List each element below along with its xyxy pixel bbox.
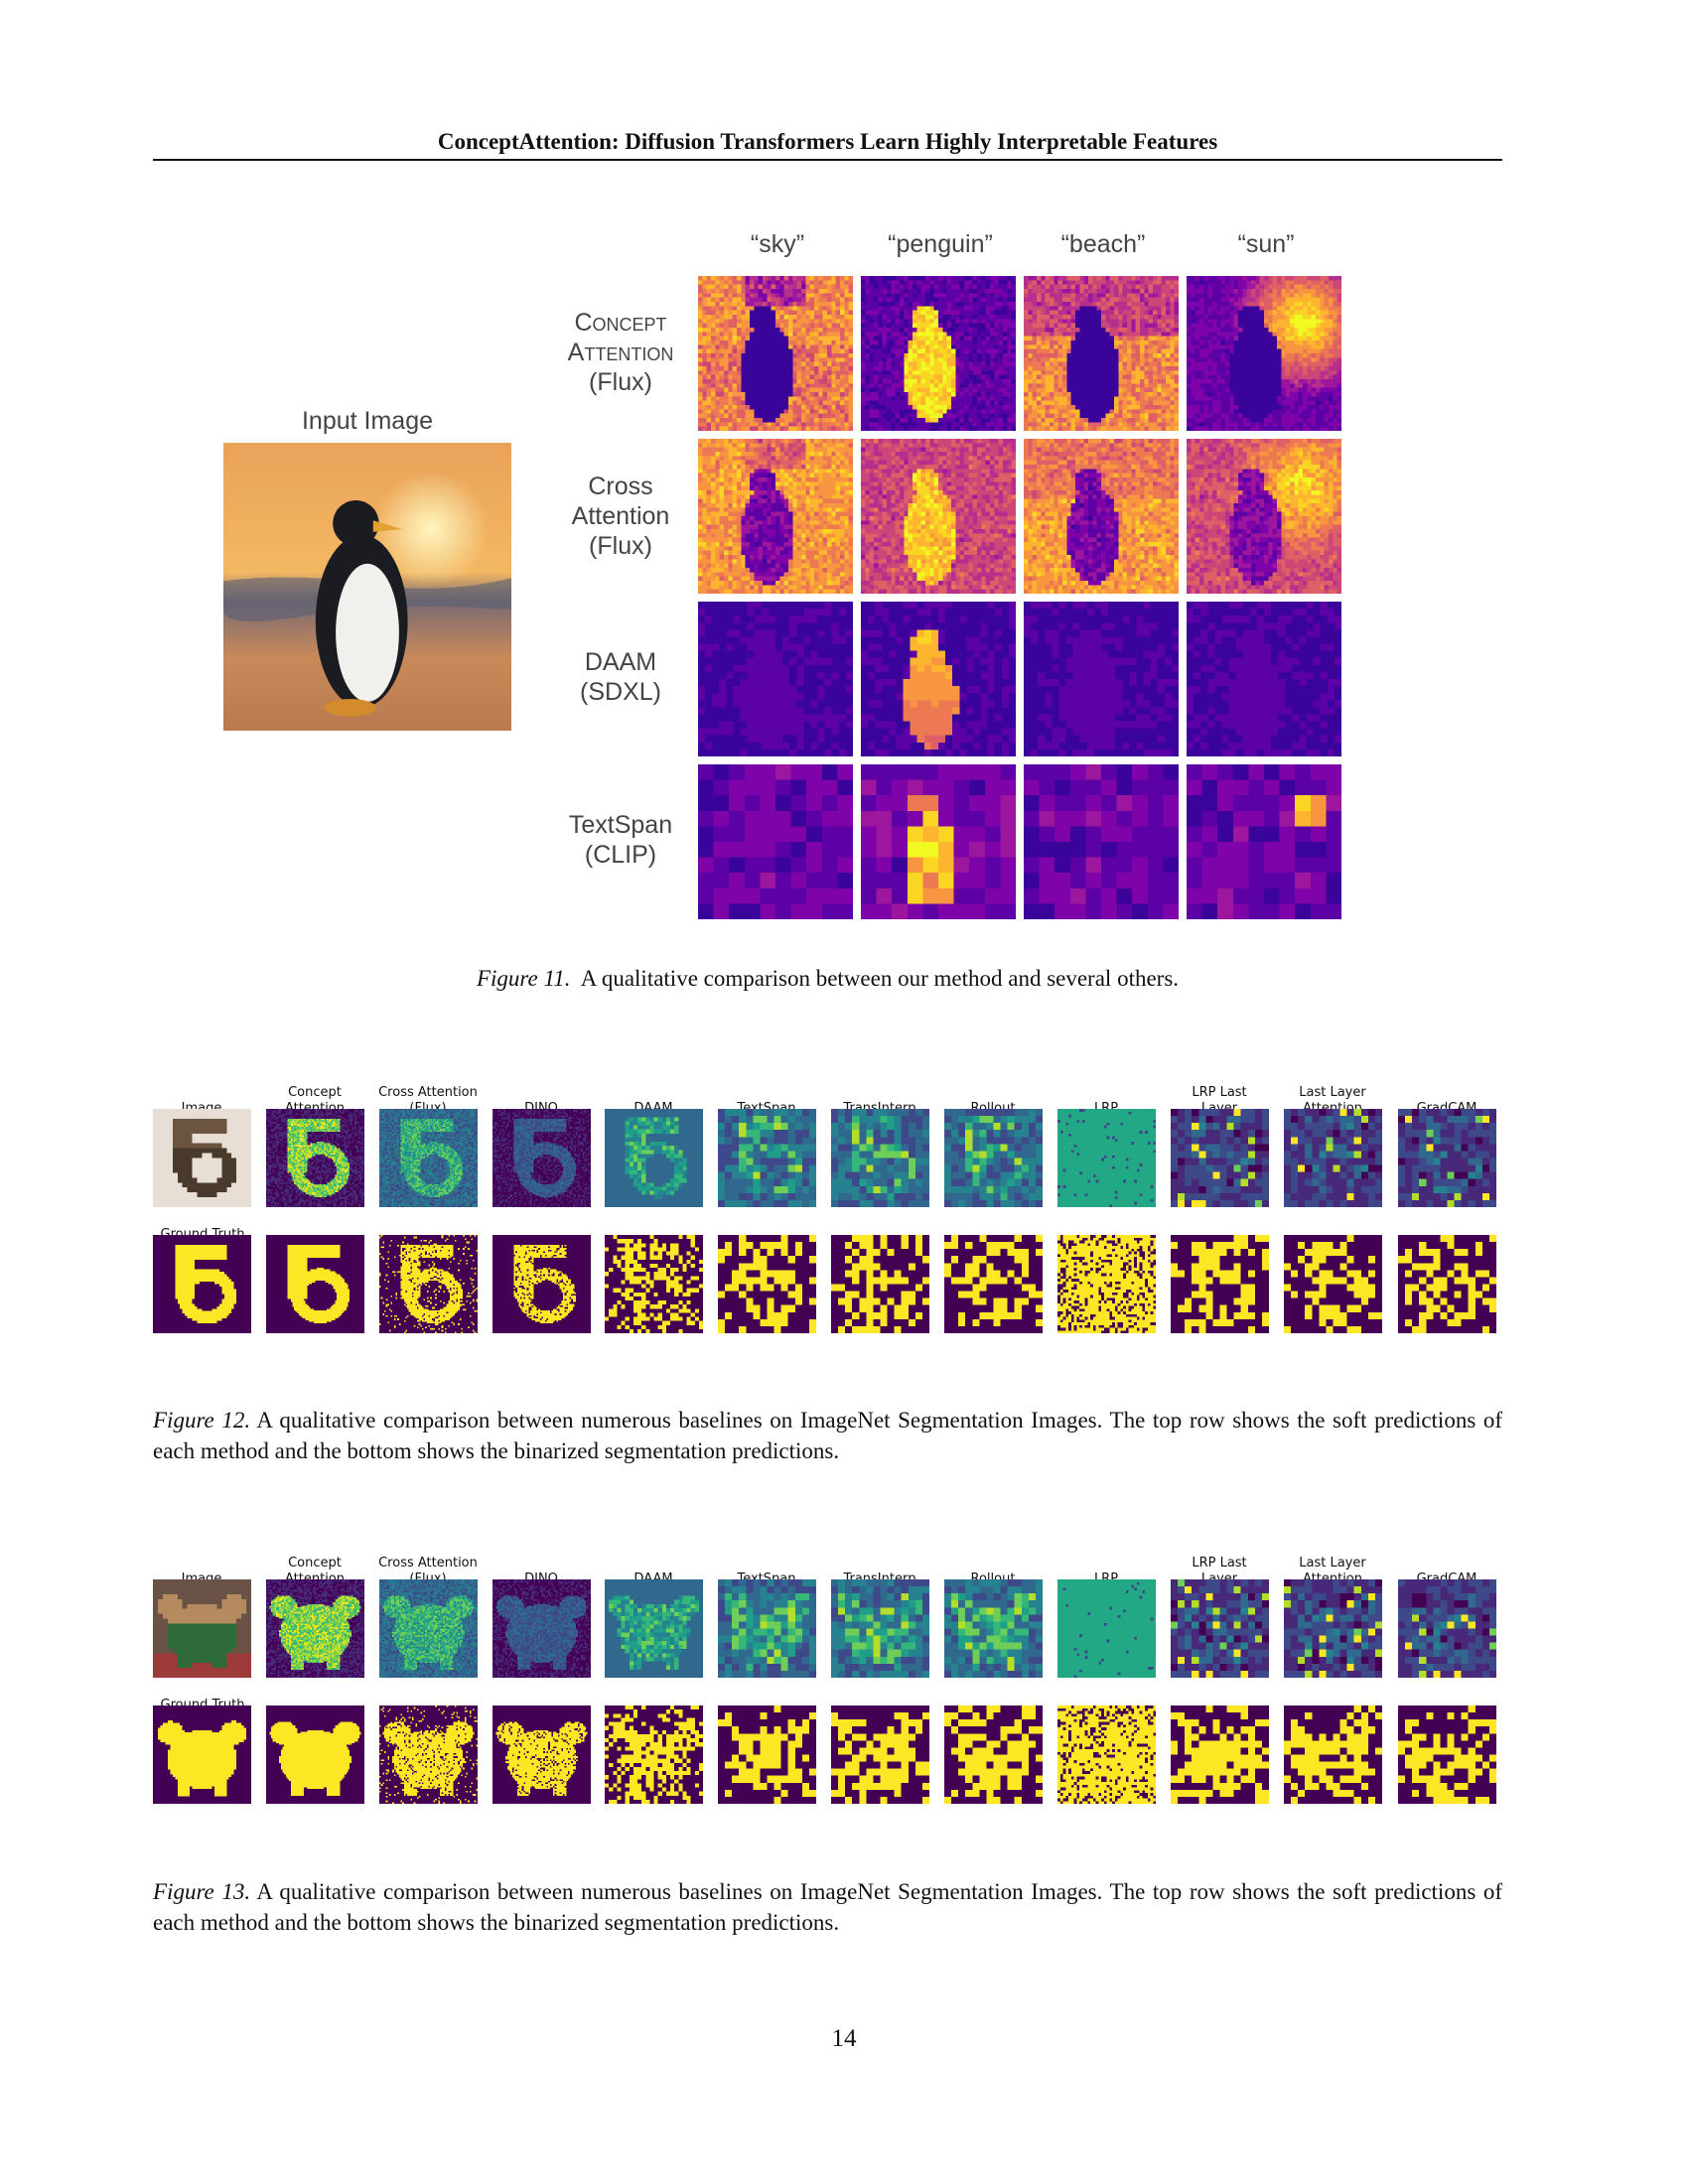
heatmap-concept-attention-penguin [861,276,1016,431]
fig13-soft-daam [605,1579,703,1678]
heatmap-concept-attention-beach [1024,276,1179,431]
fig12-soft-lrp [1057,1109,1156,1207]
fig13-soft-lrp [1057,1579,1156,1678]
heatmap-daam-sun [1187,602,1341,756]
concept-label-beach: “beach” [1024,230,1183,259]
fig12-soft-dino [492,1109,591,1207]
fig12-binary-textspan [718,1235,816,1333]
fig12-soft-concept-attention [266,1109,364,1207]
fig12-binary-dino [492,1235,591,1333]
page-number: 14 [774,2025,914,2053]
fig13-soft-dino [492,1579,591,1678]
heatmap-daam-sky [698,602,853,756]
fig12-binary-lrp-last-layer [1171,1235,1269,1333]
running-header: ConceptAttention: Diffusion Transformers… [153,127,1502,157]
fig13-soft-image [153,1579,251,1678]
method-label-cross-attention: Cross Attention (Flux) [536,472,705,561]
heatmap-concept-attention-sun [1187,276,1341,431]
fig13-binary-gradcam [1398,1706,1496,1804]
concept-label-sun: “sun” [1187,230,1345,259]
heatmap-cross-attention-sky [698,439,853,594]
fig13-binary-lrp [1057,1706,1156,1804]
fig13-binary-lrp-last-layer [1171,1706,1269,1804]
fig12-binary-transinterp [831,1235,929,1333]
fig13-binary-daam [605,1706,703,1804]
heatmap-daam-penguin [861,602,1016,756]
fig13-soft-last-layer-attention [1284,1579,1382,1678]
fig12-soft-daam [605,1109,703,1207]
fig12-binary-cross-attention-flux [379,1235,478,1333]
fig12-binary-rollout [944,1235,1043,1333]
fig12-binary-gradcam [1398,1235,1496,1333]
header-rule [153,159,1502,161]
fig12-soft-transinterp [831,1109,929,1207]
fig12-soft-textspan [718,1109,816,1207]
fig13-soft-transinterp [831,1579,929,1678]
fig12-soft-cross-attention-flux [379,1109,478,1207]
fig13-binary-rollout [944,1706,1043,1804]
method-label-daam: DAAM (SDXL) [536,647,705,707]
fig12-binary-lrp [1057,1235,1156,1333]
fig12-binary-concept-attention [266,1235,364,1333]
heatmap-textspan-penguin [861,764,1016,919]
fig12-soft-last-layer-attention [1284,1109,1382,1207]
heatmap-cross-attention-beach [1024,439,1179,594]
figure-12-caption: Figure 12. A qualitative comparison betw… [153,1405,1502,1466]
fig13-binary-transinterp [831,1706,929,1804]
fig13-binary-last-layer-attention [1284,1706,1382,1804]
method-label-textspan: TextSpan (CLIP) [536,810,705,870]
fig13-soft-rollout [944,1579,1043,1678]
fig12-soft-rollout [944,1109,1043,1207]
fig12-soft-image [153,1109,251,1207]
heatmap-textspan-beach [1024,764,1179,919]
method-label-concept-attention: Concept Attention (Flux) [536,308,705,397]
input-image-label: Input Image [223,407,511,436]
heatmap-concept-attention-sky [698,276,853,431]
fig13-soft-textspan [718,1579,816,1678]
fig13-soft-lrp-last-layer [1171,1579,1269,1678]
heatmap-cross-attention-sun [1187,439,1341,594]
fig12-soft-lrp-last-layer [1171,1109,1269,1207]
fig13-binary-textspan [718,1706,816,1804]
fig13-soft-cross-attention-flux [379,1579,478,1678]
heatmap-cross-attention-penguin [861,439,1016,594]
fig12-soft-gradcam [1398,1109,1496,1207]
concept-label-penguin: “penguin” [861,230,1020,259]
fig12-binary-daam [605,1235,703,1333]
fig12-binary-ground-truth [153,1235,251,1333]
figure-11-caption: Figure 11. A qualitative comparison betw… [153,963,1502,994]
input-image-penguin [223,443,511,731]
heatmap-daam-beach [1024,602,1179,756]
fig13-binary-concept-attention [266,1706,364,1804]
fig12-binary-last-layer-attention [1284,1235,1382,1333]
concept-label-sky: “sky” [698,230,857,259]
heatmap-textspan-sky [698,764,853,919]
fig13-soft-concept-attention [266,1579,364,1678]
heatmap-textspan-sun [1187,764,1341,919]
fig13-binary-dino [492,1706,591,1804]
fig13-binary-ground-truth [153,1706,251,1804]
figure-13-caption: Figure 13. A qualitative comparison betw… [153,1876,1502,1938]
fig13-binary-cross-attention-flux [379,1706,478,1804]
fig13-soft-gradcam [1398,1579,1496,1678]
